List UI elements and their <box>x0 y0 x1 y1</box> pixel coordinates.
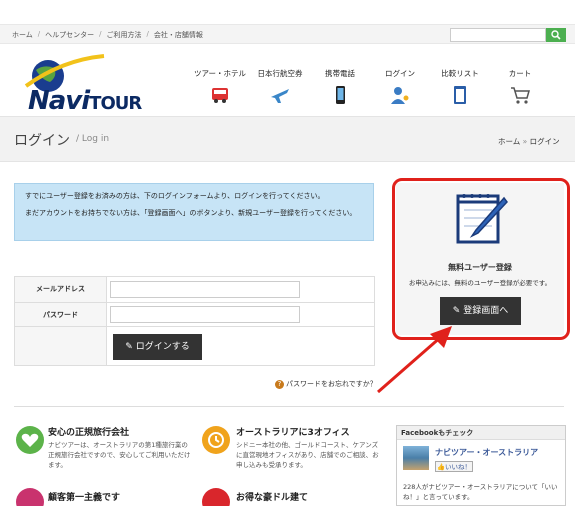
logo-wordmark[interactable]: NaviTOUR <box>28 86 142 116</box>
feature-title-customer-first: 顧客第一主義です <box>48 493 121 503</box>
cart-icon <box>511 87 530 104</box>
info-message: すでにユーザー登録をお済みの方は、下のログインフォームより、ログインを行ってくだ… <box>14 183 374 241</box>
annotation-arrow-icon <box>377 326 452 394</box>
question-icon: ? <box>275 380 284 389</box>
breadcrumb-separator: » <box>522 137 528 146</box>
search-button[interactable] <box>546 28 566 42</box>
nav-item-mobile[interactable]: 携帯電話 <box>310 68 370 105</box>
facebook-page-thumbnail[interactable] <box>403 446 429 470</box>
breadcrumb-home[interactable]: ホーム <box>498 137 520 146</box>
register-description: お申込みには、無料のユーザー登録が必要です。 <box>408 279 552 287</box>
register-title: 無料ユーザー登録 <box>448 263 512 272</box>
nav-item-compare[interactable]: 比較リスト <box>430 68 490 105</box>
feature-title-licensed: 安心の正規旅行会社 <box>48 428 130 438</box>
breadcrumb: ホーム » ログイン <box>498 136 560 147</box>
edit-icon: ✎ <box>452 306 461 316</box>
notepad-pen-icon <box>456 194 508 244</box>
nav-item-flights[interactable]: 日本行航空券 <box>250 68 310 105</box>
page-subtitle: / Log in <box>76 134 110 144</box>
feature-title-aud: お得な豪ドル建て <box>236 493 309 503</box>
utility-link-help[interactable]: ヘルプセンター <box>45 30 94 40</box>
nav-item-login[interactable]: ログイン <box>370 68 430 105</box>
section-divider <box>14 406 564 407</box>
clipboard-icon <box>454 86 466 104</box>
page-title: ログイン <box>14 133 70 149</box>
edit-icon: ✎ <box>125 342 133 352</box>
facebook-like-button[interactable]: 👍いいね！ <box>435 461 473 472</box>
search-icon <box>551 30 561 40</box>
forgot-password-link[interactable]: ? パスワードをお忘れですか？ <box>275 379 377 389</box>
utility-nav: ホーム / ヘルプセンター / ご利用方法 / 会社・店舗情報 <box>12 30 203 40</box>
email-label: メールアドレス <box>15 277 107 302</box>
thumbs-up-icon: 👍 <box>436 463 446 471</box>
facebook-page-name[interactable]: ナビツアー・オーストラリア <box>435 447 538 458</box>
utility-link-company[interactable]: 会社・店舗情報 <box>154 30 203 40</box>
info-line-new-users: まだアカウントをお持ちでない方は、「登録画面へ」のボタンより、新規ユーザー登録を… <box>25 209 357 217</box>
breadcrumb-current: ログイン <box>529 137 560 146</box>
utility-link-home[interactable]: ホーム <box>12 30 33 40</box>
airplane-icon <box>271 89 289 103</box>
feature-body-licensed: ナビツアーは、オーストラリアの第1種旅行業の正規旅行会社ですので、安心してご利用… <box>48 441 191 469</box>
facebook-widget: Facebookもチェック ナビツアー・オーストラリア 👍いいね！ 228人がナ… <box>396 425 566 506</box>
currency-icon <box>202 488 230 506</box>
mobile-phone-icon <box>336 86 345 104</box>
password-row: パスワード <box>15 303 374 327</box>
facebook-header: Facebookもチェック <box>397 426 565 440</box>
nav-item-cart[interactable]: カート <box>490 68 550 105</box>
nav-item-tour-hotel[interactable]: ツアー・ホテル <box>190 68 250 105</box>
email-field[interactable] <box>110 281 300 298</box>
feature-body-offices: シドニー本社の他、ゴールドコースト、ケアンズに直営現地オフィスがあり、店舗でのご… <box>236 441 379 469</box>
login-button[interactable]: ✎ ログインする <box>113 334 202 360</box>
password-field[interactable] <box>110 306 300 323</box>
main-nav: ツアー・ホテル 日本行航空券 携帯電話 ログイン 比較リスト カート <box>190 68 550 105</box>
utility-link-howto[interactable]: ご利用方法 <box>107 30 142 40</box>
password-label: パスワード <box>15 303 107 326</box>
facebook-like-count: 228人がナビツアー・オーストラリアについて「いいね！」と言っています。 <box>403 483 558 501</box>
info-line-existing-users: すでにユーザー登録をお済みの方は、下のログインフォームより、ログインを行ってくだ… <box>25 192 325 200</box>
heart-icon <box>16 426 44 454</box>
search-input[interactable] <box>450 28 546 42</box>
user-key-icon <box>391 87 409 104</box>
clock-icon <box>202 426 230 454</box>
email-row: メールアドレス <box>15 277 374 303</box>
bus-icon <box>212 88 228 103</box>
feature-title-offices: オーストラリアに3オフィス <box>236 428 350 438</box>
people-icon <box>16 488 44 506</box>
